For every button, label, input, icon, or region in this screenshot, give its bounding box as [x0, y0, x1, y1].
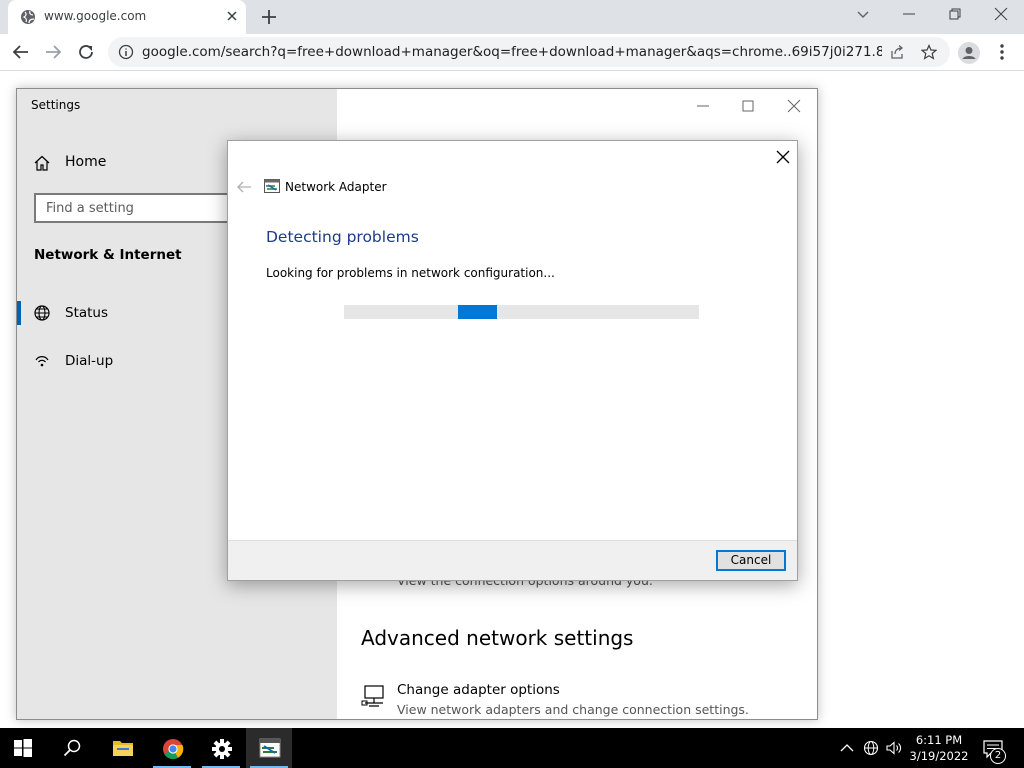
restore-icon[interactable] [947, 6, 963, 22]
clock-date: 3/19/2022 [909, 749, 969, 763]
troubleshooter-icon [259, 738, 281, 758]
home-nav-item[interactable]: Home [33, 153, 233, 173]
tab-title: www.google.com [44, 9, 147, 23]
taskbar-troubleshooter[interactable] [246, 728, 292, 768]
browser-toolbar: google.com/search?q=free+download+manage… [0, 34, 1024, 71]
change-adapter-options-link[interactable]: Change adapter options View network adap… [361, 682, 801, 719]
reload-icon[interactable] [77, 43, 95, 61]
system-clock[interactable]: 6:11 PM 3/19/2022 [908, 732, 970, 764]
globe-icon [21, 10, 35, 24]
globe-icon [34, 305, 50, 321]
dialog-footer: Cancel [228, 540, 797, 580]
more-vert-icon[interactable] [994, 43, 1010, 61]
minimize-icon[interactable] [901, 6, 917, 22]
clock-time: 6:11 PM [915, 733, 963, 747]
dialup-icon [35, 356, 49, 367]
dialog-app-title: Network Adapter [285, 180, 387, 194]
find-setting-input[interactable] [36, 195, 236, 221]
nav-item-label: Status [65, 305, 109, 321]
selected-indicator [17, 301, 21, 325]
progress-bar [344, 305, 699, 319]
back-arrow-icon[interactable] [12, 43, 30, 61]
status-text: Looking for problems in network configur… [266, 266, 555, 280]
section-title: Network & Internet [34, 247, 182, 263]
windows-start-icon [14, 739, 32, 757]
back-arrow-icon[interactable] [236, 179, 252, 195]
dialog-heading: Detecting problems [266, 228, 419, 246]
address-bar[interactable]: google.com/search?q=free+download+manage… [108, 37, 950, 67]
chevron-down-icon[interactable] [856, 8, 870, 22]
close-icon[interactable] [776, 150, 790, 164]
home-label: Home [65, 154, 107, 170]
url-text[interactable]: google.com/search?q=free+download+manage… [142, 44, 882, 60]
adapter-option-subtitle: View network adapters and change connect… [397, 702, 749, 717]
taskbar: 6:11 PM 3/19/2022 [0, 728, 1024, 768]
adapter-option-title: Change adapter options [397, 682, 560, 698]
progress-chunk [458, 305, 497, 319]
close-tab-icon[interactable] [224, 8, 240, 24]
star-icon[interactable] [921, 44, 937, 60]
taskbar-settings[interactable] [198, 728, 244, 768]
minimize-icon[interactable] [696, 99, 710, 113]
forward-arrow-icon[interactable] [44, 43, 62, 61]
browser-tab-strip: www.google.com [0, 0, 1024, 34]
taskbar-file-explorer[interactable] [99, 728, 145, 768]
settings-window-title: Settings [31, 98, 81, 112]
advanced-settings-heading: Advanced network settings [361, 626, 634, 650]
close-icon[interactable] [787, 99, 801, 113]
settings-gear-icon [212, 739, 232, 759]
maximize-icon[interactable] [741, 99, 755, 113]
cancel-button[interactable]: Cancel [716, 550, 786, 571]
chevron-up-icon[interactable] [839, 740, 855, 756]
home-icon [34, 155, 50, 171]
network-globe-icon[interactable] [863, 740, 879, 756]
new-tab-plus-icon[interactable] [260, 8, 278, 26]
profile-icon[interactable] [958, 42, 980, 64]
browser-tab[interactable]: www.google.com [8, 0, 246, 34]
taskbar-chrome[interactable] [149, 728, 195, 768]
file-explorer-icon [113, 741, 133, 756]
network-adapter-icon [361, 685, 384, 707]
start-button[interactable] [0, 728, 46, 768]
notification-count-badge: 2 [990, 748, 1006, 764]
volume-icon[interactable] [886, 740, 902, 756]
troubleshooter-icon [264, 179, 280, 193]
info-icon[interactable] [118, 44, 134, 60]
close-window-icon[interactable] [993, 6, 1009, 22]
nav-item-label: Dial-up [65, 353, 114, 369]
search-icon [63, 739, 81, 757]
chrome-icon [163, 739, 184, 760]
network-adapter-troubleshooter-dialog: Network Adapter Detecting problems Looki… [227, 140, 798, 581]
share-icon[interactable] [889, 44, 905, 60]
taskbar-search-button[interactable] [49, 728, 95, 768]
